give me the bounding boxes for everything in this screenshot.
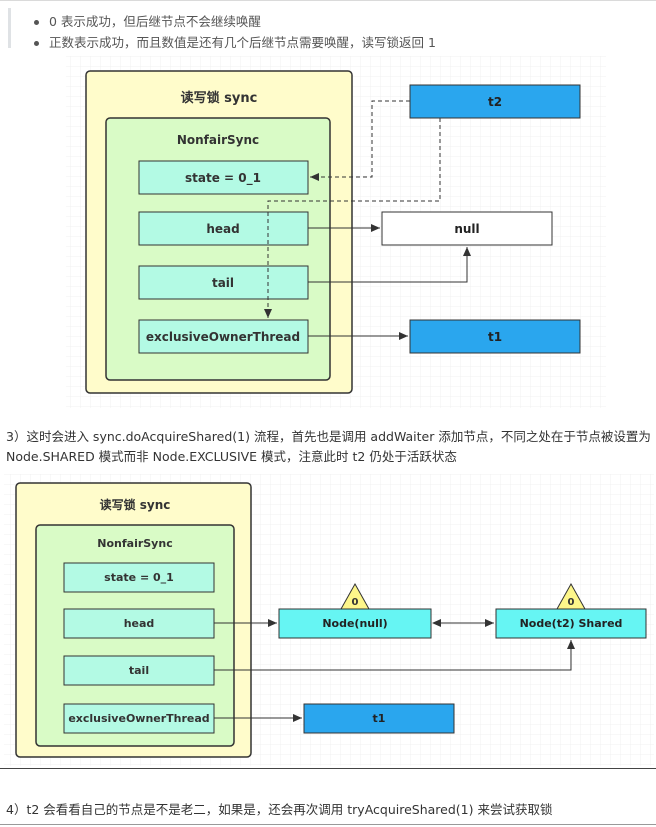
thread-t2-label: t2 [488, 95, 502, 109]
field-tail-label: tail [129, 664, 149, 677]
field-exclusive-owner-label: exclusiveOwnerThread [68, 712, 209, 725]
waitstatus-label: 0 [568, 597, 575, 608]
step-4-paragraph: 4）t2 会看看自己的节点是不是老二，如果是，还会再次调用 tryAcquire… [6, 802, 553, 817]
node-null-label: Node(null) [322, 617, 387, 630]
top-divider [0, 0, 656, 1]
field-head-label: head [206, 222, 239, 236]
thread-t1-label: t1 [488, 330, 502, 344]
thread-t1-label: t1 [373, 712, 386, 725]
bullet-item: 正数表示成功，而且数值是还有几个后继节点需要唤醒，读写锁返回 1 [34, 32, 436, 51]
field-head-label: head [124, 617, 155, 630]
outer-title: 读写锁 sync [100, 497, 171, 512]
step-3-paragraph: 3）这时会进入 sync.doAcquireShared(1) 流程，首先也是调… [6, 429, 651, 464]
field-tail-label: tail [212, 276, 234, 290]
bullet-text: 正数表示成功，而且数值是还有几个后继节点需要唤醒，读写锁返回 1 [49, 35, 436, 50]
bullet-dot-icon [34, 20, 39, 25]
bottom-divider [0, 824, 656, 825]
field-exclusive-owner-label: exclusiveOwnerThread [146, 330, 300, 344]
bullet-dot-icon [34, 41, 39, 46]
bullet-text: 0 表示成功，但后继节点不会继续唤醒 [49, 14, 261, 29]
field-state-label: state = 0_1 [104, 571, 174, 584]
null-label: null [454, 222, 479, 236]
diagram-divider [0, 768, 656, 769]
outer-title: 读写锁 sync [181, 90, 258, 106]
diagram-2: 读写锁 sync NonfairSync state = 0_1 head ta… [4, 474, 654, 766]
diagram-1: 读写锁 sync NonfairSync state = 0_1 head ta… [66, 56, 606, 408]
blockquote-bar [8, 8, 11, 48]
inner-title: NonfairSync [97, 537, 172, 550]
field-state-label: state = 0_1 [185, 171, 261, 186]
waitstatus-label: 0 [352, 597, 359, 608]
node-t2-label: Node(t2) Shared [520, 617, 623, 630]
inner-title: NonfairSync [177, 133, 259, 147]
bullet-item: 0 表示成功，但后继节点不会继续唤醒 [34, 11, 261, 30]
